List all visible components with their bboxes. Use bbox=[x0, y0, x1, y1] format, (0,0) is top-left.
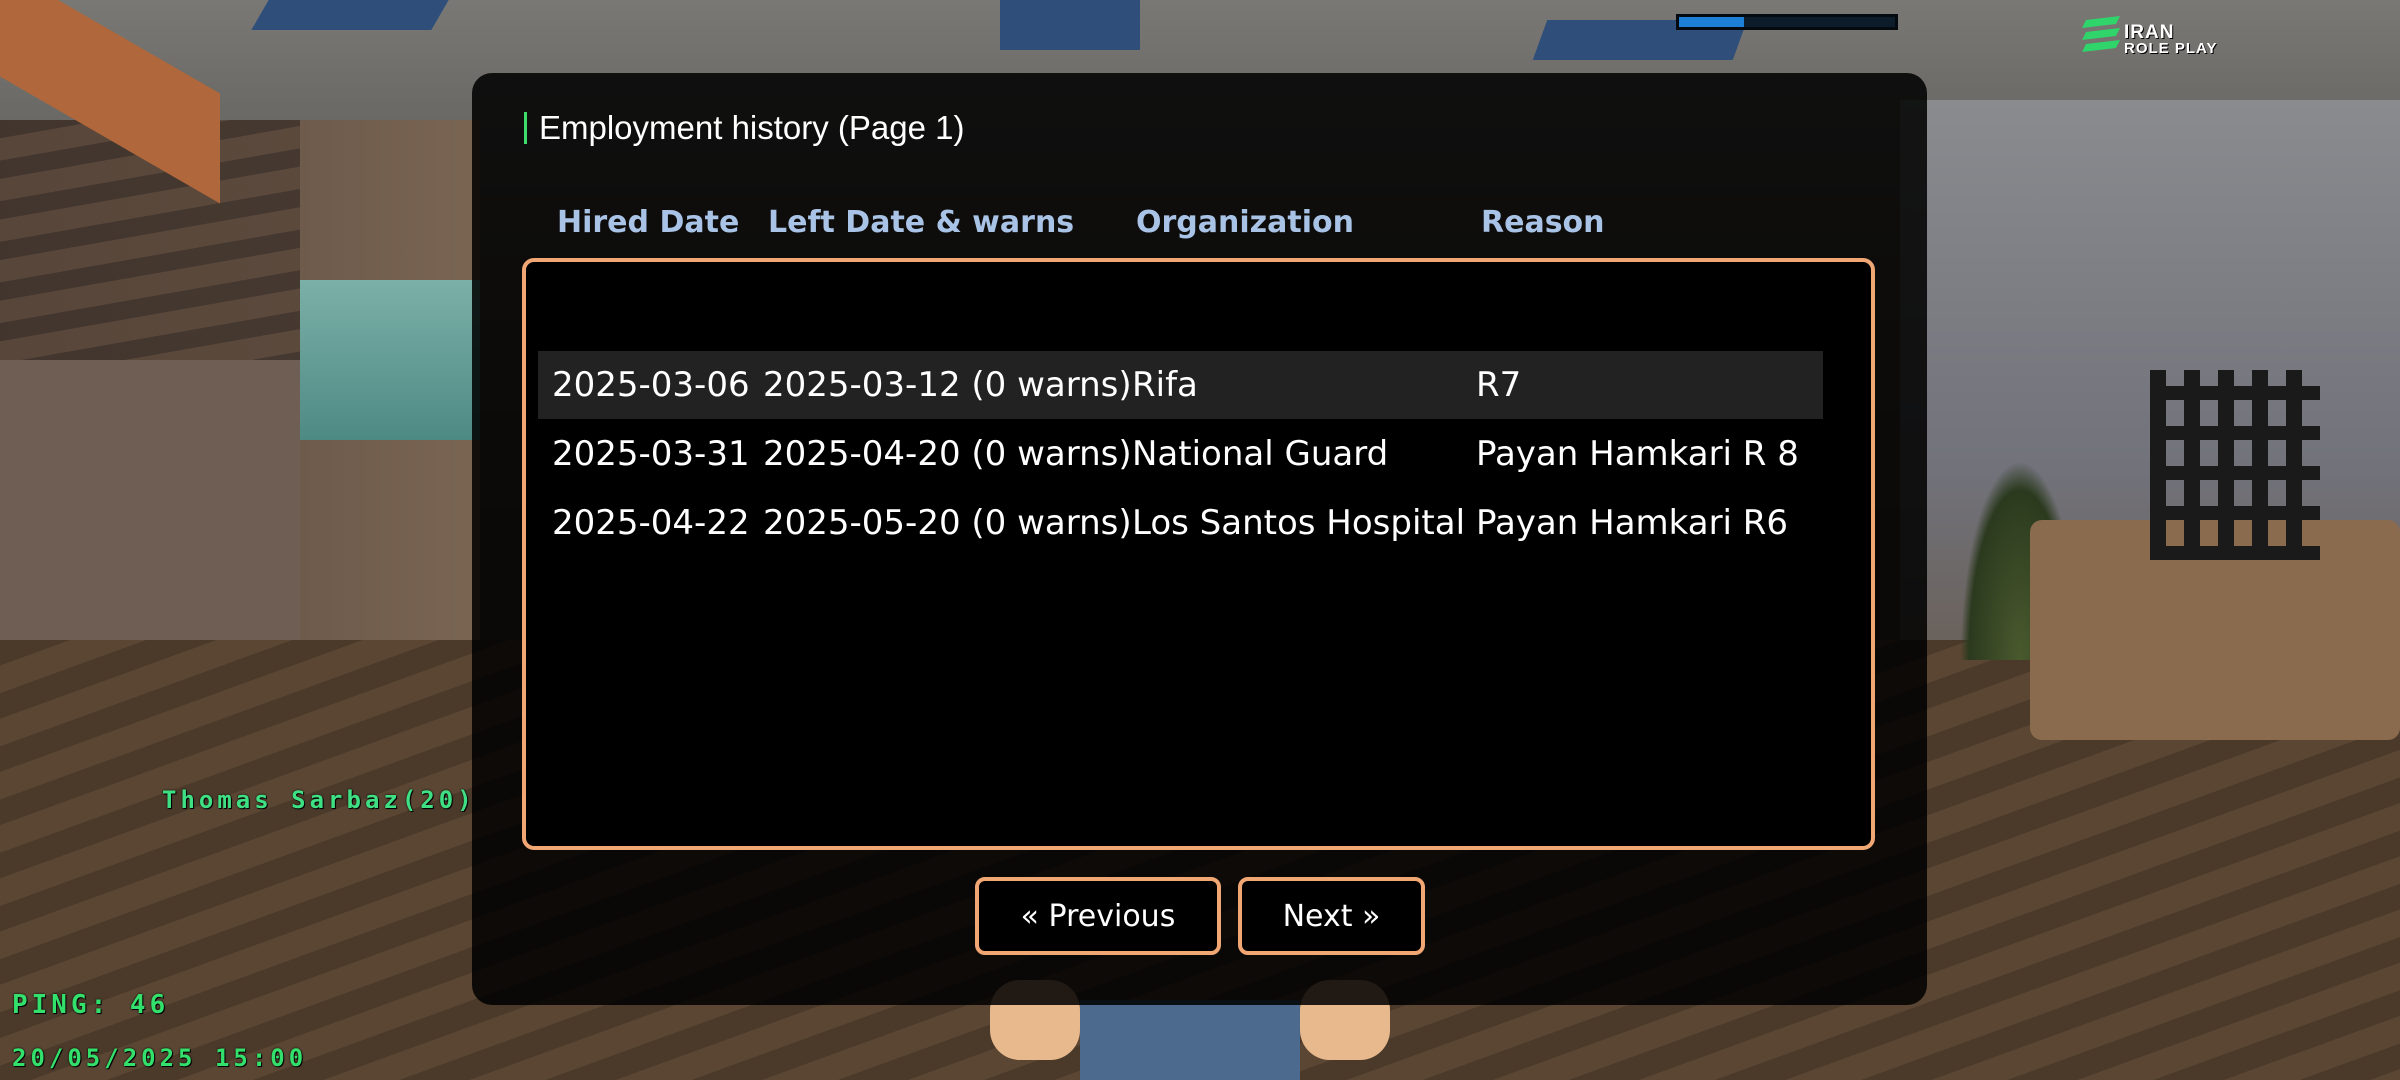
ceiling-beam bbox=[251, 0, 449, 30]
cell-hired-date: 2025-04-22 bbox=[552, 503, 750, 543]
datetime-readout: 20/05/2025 15:00 bbox=[12, 1044, 308, 1072]
cell-reason: Payan Hamkari R 8 bbox=[1476, 434, 1799, 474]
column-header-reason: Reason bbox=[1481, 205, 1605, 240]
shelf bbox=[2150, 370, 2320, 560]
logo-line2: ROLE PLAY bbox=[2124, 40, 2218, 57]
cell-organization: National Guard bbox=[1132, 434, 1389, 474]
cell-organization: Rifa bbox=[1132, 365, 1198, 405]
cell-organization: Los Santos Hospital bbox=[1132, 503, 1466, 543]
server-logo: IRAN ROLE PLAY bbox=[2080, 14, 2220, 60]
player-nametag: Thomas Sarbaz(20) bbox=[162, 786, 476, 814]
ping-readout: PING: 46 bbox=[12, 990, 170, 1020]
list-item[interactable]: 2025-04-22 2025-05-20 (0 warns) Los Sant… bbox=[538, 489, 1823, 557]
logo-stripes-icon bbox=[2082, 16, 2120, 52]
column-header-organization: Organization bbox=[1136, 205, 1354, 240]
cell-reason: Payan Hamkari R6 bbox=[1476, 503, 1789, 543]
next-page-button[interactable]: Next » bbox=[1238, 877, 1425, 955]
cell-left-date: 2025-05-20 (0 warns) bbox=[763, 503, 1132, 543]
ceiling-beam bbox=[1000, 0, 1140, 50]
dialog-title-text: Employment history (Page 1) bbox=[539, 109, 965, 146]
employment-history-dialog: Employment history (Page 1) Hired Date L… bbox=[472, 73, 1927, 1005]
cell-hired-date: 2025-03-31 bbox=[552, 434, 750, 474]
dialog-title: Employment history (Page 1) bbox=[524, 109, 965, 147]
hud-progress-fill bbox=[1679, 17, 1744, 27]
list-item[interactable]: 2025-03-06 2025-03-12 (0 warns) Rifa R7 bbox=[538, 351, 1823, 419]
player-jeans bbox=[1080, 1000, 1300, 1080]
hud-progress-bar bbox=[1676, 14, 1898, 30]
cell-left-date: 2025-03-12 (0 warns) bbox=[763, 365, 1132, 405]
cell-hired-date: 2025-03-06 bbox=[552, 365, 750, 405]
column-header-hired-date: Hired Date bbox=[557, 205, 740, 240]
cell-left-date: 2025-04-20 (0 warns) bbox=[763, 434, 1132, 474]
column-header-left-date: Left Date & warns bbox=[768, 205, 1075, 240]
title-accent-bar bbox=[524, 112, 527, 144]
history-list[interactable]: 2025-03-06 2025-03-12 (0 warns) Rifa R7 … bbox=[522, 258, 1875, 850]
list-item[interactable]: 2025-03-31 2025-04-20 (0 warns) National… bbox=[538, 420, 1823, 488]
cell-reason: R7 bbox=[1476, 365, 1522, 405]
previous-page-button[interactable]: « Previous bbox=[975, 877, 1221, 955]
window bbox=[300, 280, 480, 440]
